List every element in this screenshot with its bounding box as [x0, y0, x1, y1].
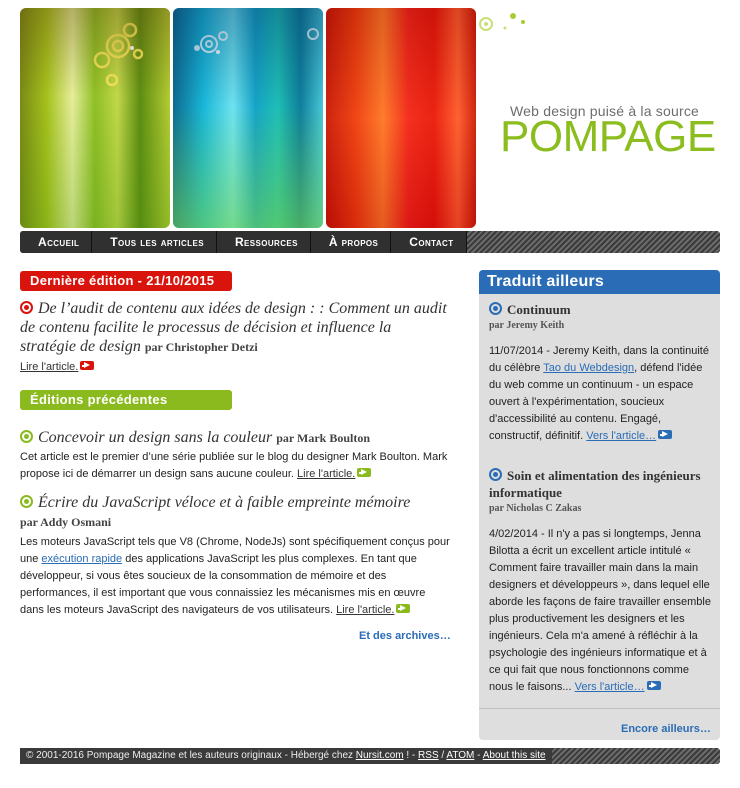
sidebar-item-title[interactable]: Continuum — [489, 301, 714, 318]
atom-link[interactable]: ATOM — [446, 750, 474, 761]
rss-link[interactable]: RSS — [418, 750, 439, 761]
host-link[interactable]: Nursit.com — [356, 750, 404, 761]
arrow-right-icon[interactable] — [357, 468, 372, 477]
more-elsewhere-link[interactable]: Encore ailleurs… — [621, 723, 711, 735]
site-footer: © 2001-2016 Pompage Magazine et les aute… — [20, 748, 720, 764]
nav-item-accueil[interactable]: Accueil — [20, 231, 93, 253]
about-link[interactable]: About this site — [483, 750, 546, 761]
read-article-link[interactable]: Lire l'article. — [297, 468, 355, 480]
site-logo[interactable]: POMPAGE — [500, 112, 716, 162]
article-author: par Christopher Detzi — [144, 340, 258, 354]
article-summary: Cet article est le premier d’une série p… — [20, 449, 450, 483]
footer-text: © 2001-2016 Pompage Magazine et les aute… — [20, 748, 552, 764]
inline-link[interactable]: Tao du Webdesign — [543, 362, 634, 374]
footer-separator: - — [477, 750, 481, 761]
main-navigation: Accueil Tous les articles Ressources À p… — [20, 231, 720, 253]
footer-separator: ! - — [406, 750, 416, 761]
arrow-right-icon[interactable] — [396, 604, 411, 613]
article-author: par Addy Osmani — [20, 515, 112, 529]
bullet-icon — [20, 301, 33, 314]
bullet-icon — [20, 495, 33, 508]
latest-edition-tag: Dernière édition - 21/10/2015 — [20, 271, 232, 291]
nav-item-contact[interactable]: Contact — [391, 231, 467, 253]
bullet-icon — [489, 302, 502, 315]
article-title-text: Écrire du JavaScript véloce et à faible … — [38, 494, 411, 511]
latest-read-more: Lire l'article. — [20, 359, 450, 376]
sidebar-heading: Traduit ailleurs — [479, 270, 720, 294]
article-title-text: Concevoir un design sans la couleur — [38, 429, 273, 446]
circles-decoration — [93, 22, 144, 87]
arrow-right-icon[interactable] — [646, 681, 661, 690]
sidebar-translated-elsewhere: Traduit ailleurs Continuum par Jeremy Ke… — [479, 270, 720, 740]
inline-link[interactable]: exécution rapide — [41, 553, 122, 565]
sidebar-read-article-link[interactable]: Vers l'article… — [586, 430, 656, 442]
header-art-red — [326, 8, 476, 228]
sidebar-divider — [479, 708, 720, 709]
arrow-right-icon[interactable] — [80, 361, 95, 370]
sidebar-item-summary: 4/02/2014 - Il n'y a pas si longtemps, J… — [489, 526, 714, 696]
footer-separator: / — [441, 750, 445, 761]
article-title[interactable]: Concevoir un design sans la couleur par … — [20, 428, 450, 448]
read-article-link[interactable]: Lire l'article. — [336, 604, 394, 616]
bullet-icon — [20, 430, 33, 443]
article-title[interactable]: Écrire du JavaScript véloce et à faible … — [20, 493, 450, 512]
archives-link[interactable]: Et des archives… — [359, 630, 451, 642]
sidebar-item-text: 4/02/2014 - Il n'y a pas si longtemps, J… — [489, 528, 711, 693]
previous-editions-tag: Éditions précédentes — [20, 390, 232, 410]
sidebar-item-title-text: Soin et alimentation des ingénieurs info… — [489, 468, 701, 500]
dots-decoration — [479, 13, 525, 31]
nav-item-a-propos[interactable]: À propos — [311, 231, 392, 253]
article-summary-text: Cet article est le premier d’une série p… — [20, 451, 448, 480]
nav-item-all-articles[interactable]: Tous les articles — [92, 231, 217, 253]
bullet-icon — [489, 468, 502, 481]
footer-copyright: © 2001-2016 Pompage Magazine et les aute… — [26, 750, 354, 761]
arrow-right-icon[interactable] — [658, 430, 673, 439]
sidebar-item-title[interactable]: Soin et alimentation des ingénieurs info… — [489, 467, 714, 501]
header-art-green — [20, 8, 170, 228]
read-article-link[interactable]: Lire l'article. — [20, 361, 78, 373]
article-summary: Les moteurs JavaScript tels que V8 (Chro… — [20, 534, 450, 619]
sidebar-read-article-link[interactable]: Vers l'article… — [575, 681, 645, 693]
header-art-cyan — [173, 8, 323, 228]
sidebar-item-summary: 11/07/2014 - Jeremy Keith, dans la conti… — [489, 343, 714, 445]
sidebar-item-title-text: Continuum — [507, 302, 571, 317]
article-author: par Mark Boulton — [276, 431, 370, 445]
sidebar-item-author: par Nicholas C Zakas — [489, 503, 582, 514]
latest-article-title[interactable]: De l’audit de contenu aux idées de desig… — [20, 299, 450, 357]
circles-decoration — [194, 28, 319, 54]
nav-item-ressources[interactable]: Ressources — [217, 231, 311, 253]
sidebar-item-author: par Jeremy Keith — [489, 320, 565, 331]
